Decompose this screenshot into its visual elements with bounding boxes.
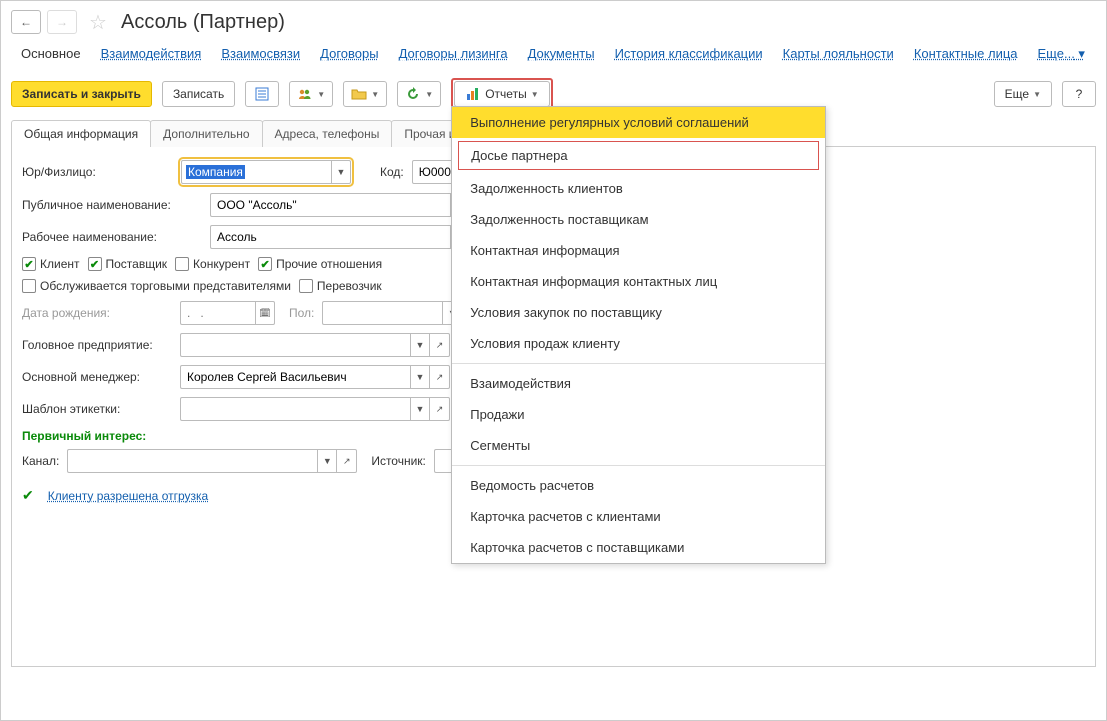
- manager-combo[interactable]: ▼ ↗: [180, 365, 450, 389]
- help-button[interactable]: ?: [1062, 81, 1096, 107]
- menu-separator: [452, 465, 825, 466]
- label-sex: Пол:: [289, 306, 314, 320]
- report-item-supplier-debt[interactable]: Задолженность поставщикам: [452, 204, 825, 235]
- window: ← → ☆ Ассоль (Партнер) Основное Взаимоде…: [0, 0, 1107, 721]
- label-working-name: Рабочее наименование:: [22, 230, 202, 244]
- navlink-loyalty[interactable]: Карты лояльности: [783, 46, 894, 62]
- report-item-contact-persons-info[interactable]: Контактная информация контактных лиц: [452, 266, 825, 297]
- navlink-contracts[interactable]: Договоры: [320, 46, 378, 62]
- list-icon-button[interactable]: [245, 81, 279, 107]
- public-name-combo[interactable]: ▼: [210, 193, 470, 217]
- save-and-close-button[interactable]: Записать и закрыть: [11, 81, 152, 107]
- save-button[interactable]: Записать: [162, 81, 235, 107]
- tab-additional[interactable]: Дополнительно: [150, 120, 262, 147]
- navlink-history[interactable]: История классификации: [615, 46, 763, 62]
- refresh-icon: [405, 86, 421, 102]
- reports-menu: Выполнение регулярных условий соглашений…: [451, 106, 826, 564]
- report-item-partner-dossier[interactable]: Досье партнера: [458, 141, 819, 170]
- working-name-combo[interactable]: ▼: [210, 225, 470, 249]
- nav-back-button[interactable]: ←: [11, 10, 41, 34]
- folder-dropdown-button[interactable]: ▼: [343, 81, 387, 107]
- checkbox-served-by-reps[interactable]: Обслуживается торговыми представителями: [22, 279, 291, 293]
- navlink-interactions[interactable]: Взаимодействия: [101, 46, 202, 62]
- dropdown-icon[interactable]: ▼: [410, 333, 430, 357]
- checkbox-supplier[interactable]: Поставщик: [88, 257, 168, 271]
- entity-type-combo[interactable]: Компания ▼: [181, 160, 351, 184]
- dropdown-icon[interactable]: ▼: [317, 449, 337, 473]
- report-item-interactions[interactable]: Взаимодействия: [452, 368, 825, 399]
- label-labeltpl: Шаблон этикетки:: [22, 402, 172, 416]
- label-public-name: Публичное наименование:: [22, 198, 202, 212]
- checkbox-client[interactable]: Клиент: [22, 257, 80, 271]
- toolbar: Записать и закрыть Записать ▼ ▼ ▼ Отчеты…: [11, 74, 1096, 120]
- nav-forward-button[interactable]: →: [47, 10, 77, 34]
- parent-combo[interactable]: ▼ ↗: [180, 333, 450, 357]
- label-birthdate: Дата рождения:: [22, 306, 172, 320]
- page-title: Ассоль (Партнер): [115, 11, 285, 34]
- label-parent: Головное предприятие:: [22, 338, 172, 352]
- open-icon[interactable]: ↗: [430, 397, 450, 421]
- navlink-relations[interactable]: Взаимосвязи: [221, 46, 300, 62]
- users-icon: [297, 86, 313, 102]
- checkbox-other-relations[interactable]: Прочие отношения: [258, 257, 382, 271]
- open-icon[interactable]: ↗: [430, 333, 450, 357]
- label-code: Код:: [380, 165, 404, 179]
- report-item-purchase-conditions[interactable]: Условия закупок по поставщику: [452, 297, 825, 328]
- dropdown-icon[interactable]: ▼: [410, 397, 430, 421]
- navlink-documents[interactable]: Документы: [528, 46, 595, 62]
- list-icon: [254, 86, 270, 102]
- entity-type-highlight: Компания ▼: [180, 159, 352, 185]
- label-channel: Канал:: [22, 454, 59, 468]
- checkbox-carrier[interactable]: Перевозчик: [299, 279, 382, 293]
- navlink-leasing[interactable]: Договоры лизинга: [399, 46, 508, 62]
- check-icon: ✔: [22, 487, 34, 504]
- folder-icon: [351, 86, 367, 102]
- checkbox-competitor[interactable]: Конкурент: [175, 257, 250, 271]
- report-item-sales-conditions[interactable]: Условия продаж клиенту: [452, 328, 825, 359]
- navlink-main[interactable]: Основное: [21, 46, 81, 62]
- report-item-sales[interactable]: Продажи: [452, 399, 825, 430]
- refresh-dropdown-button[interactable]: ▼: [397, 81, 441, 107]
- reports-label: Отчеты: [485, 87, 526, 101]
- entity-type-value: Компания: [186, 165, 245, 179]
- report-item-settlements-sheet[interactable]: Ведомость расчетов: [452, 470, 825, 501]
- channel-combo[interactable]: ▼ ↗: [67, 449, 357, 473]
- dropdown-icon[interactable]: ▼: [331, 160, 351, 184]
- open-icon[interactable]: ↗: [337, 449, 357, 473]
- tab-general[interactable]: Общая информация: [11, 120, 151, 147]
- report-item-client-settlements-card[interactable]: Карточка расчетов с клиентами: [452, 501, 825, 532]
- source-combo[interactable]: [434, 449, 452, 473]
- report-item-contact-info[interactable]: Контактная информация: [452, 235, 825, 266]
- labeltpl-combo[interactable]: ▼ ↗: [180, 397, 450, 421]
- shipment-allowed-link[interactable]: Клиенту разрешена отгрузка: [48, 489, 208, 503]
- label-source: Источник:: [371, 454, 426, 468]
- report-item-supplier-settlements-card[interactable]: Карточка расчетов с поставщиками: [452, 532, 825, 563]
- open-icon[interactable]: ↗: [430, 365, 450, 389]
- label-manager: Основной менеджер:: [22, 370, 172, 384]
- navlink-more[interactable]: Еще... ▾: [1038, 46, 1085, 62]
- report-item-segments[interactable]: Сегменты: [452, 430, 825, 461]
- report-item-regular-conditions[interactable]: Выполнение регулярных условий соглашений: [452, 107, 825, 138]
- chart-icon: [465, 86, 481, 102]
- reports-button[interactable]: Отчеты ▼: [454, 81, 549, 107]
- birthdate-field[interactable]: 🗓: [180, 301, 275, 325]
- favorite-star-icon[interactable]: ☆: [87, 11, 109, 33]
- tab-addresses[interactable]: Адреса, телефоны: [262, 120, 393, 147]
- titlebar: ← → ☆ Ассоль (Партнер): [11, 6, 1096, 42]
- label-entity-type: Юр/Физлицо:: [22, 165, 172, 179]
- sex-combo[interactable]: ▼: [322, 301, 462, 325]
- menu-separator: [452, 363, 825, 364]
- users-dropdown-button[interactable]: ▼: [289, 81, 333, 107]
- calendar-icon[interactable]: 🗓: [255, 301, 275, 325]
- more-button[interactable]: Еще ▼: [994, 81, 1052, 107]
- dropdown-icon[interactable]: ▼: [410, 365, 430, 389]
- section-nav: Основное Взаимодействия Взаимосвязи Дого…: [11, 42, 1096, 74]
- navlink-contacts[interactable]: Контактные лица: [914, 46, 1018, 62]
- report-item-client-debt[interactable]: Задолженность клиентов: [452, 173, 825, 204]
- reports-dropdown: Отчеты ▼ Выполнение регулярных условий с…: [451, 78, 552, 110]
